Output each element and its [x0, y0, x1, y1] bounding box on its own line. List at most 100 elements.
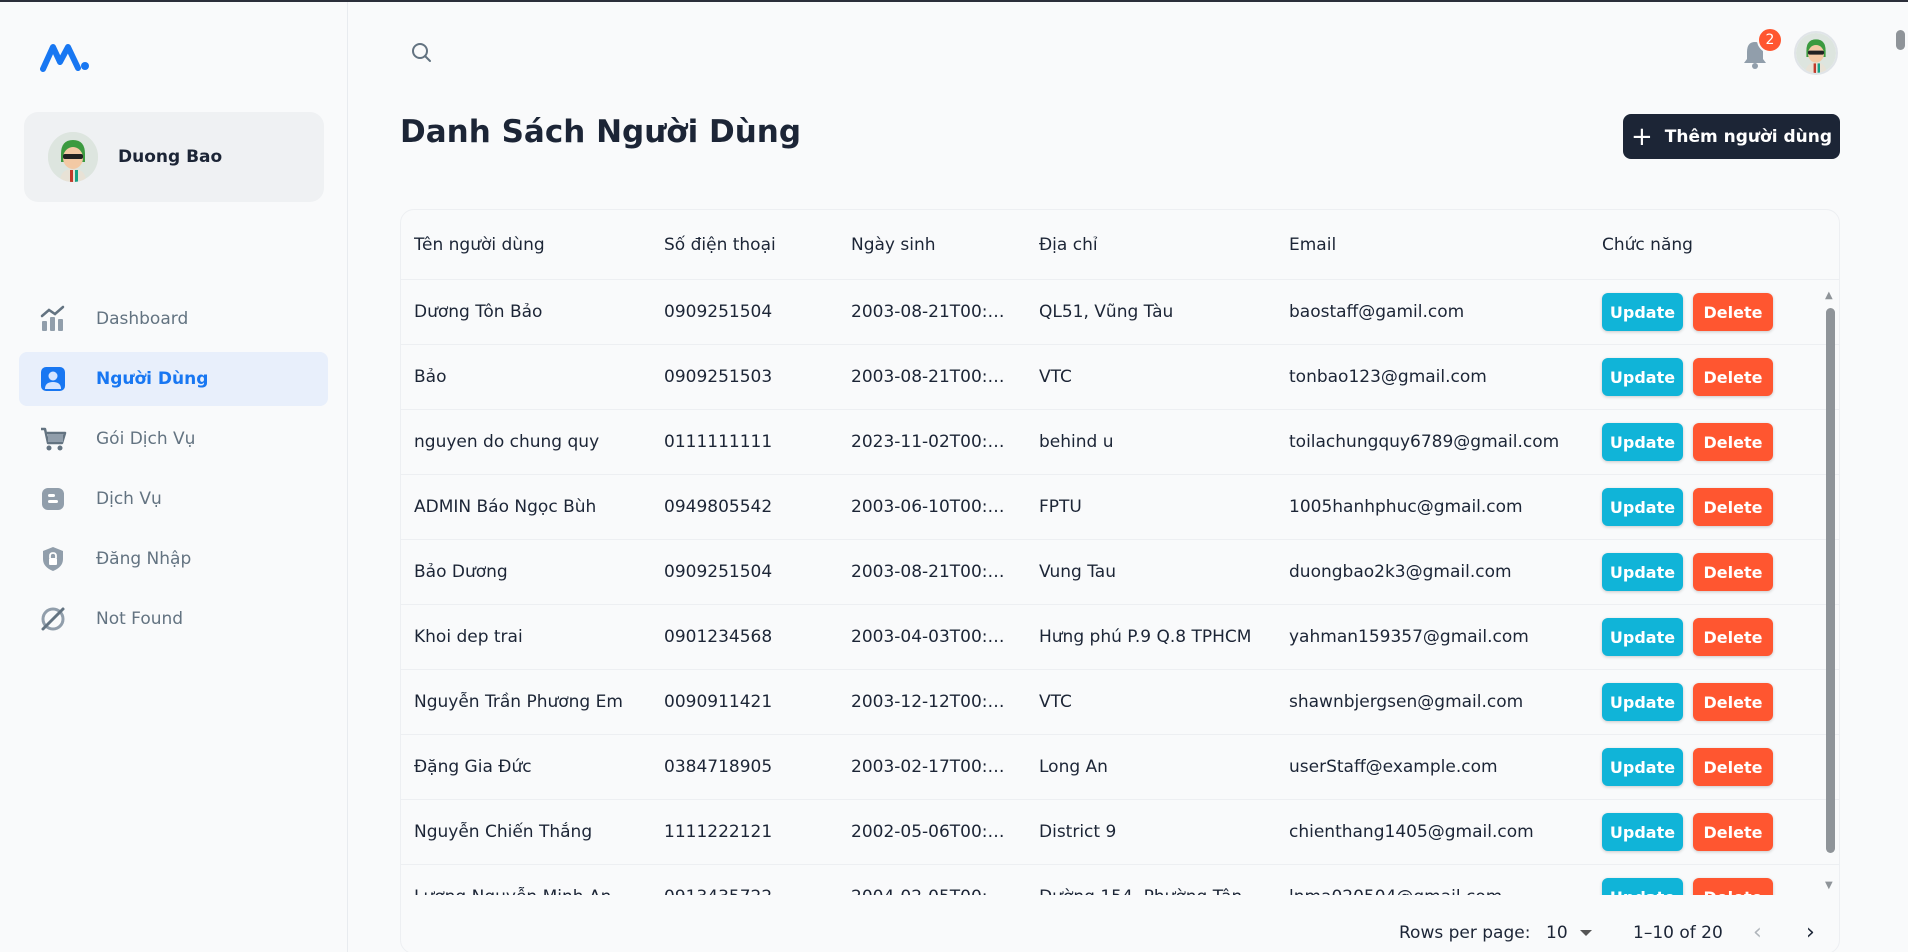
address-cell: District 9: [1039, 822, 1117, 842]
sidebar-item-label: Người Dùng: [96, 369, 209, 389]
scroll-down-icon[interactable]: ▼: [1825, 880, 1833, 891]
table-row[interactable]: Nguyễn Chiến Thắng 1111222121 2002-05-06T0…: [401, 800, 1839, 865]
chevron-left-icon[interactable]: ‹: [1753, 920, 1762, 945]
user-name-cell: Lương Nguyễn Minh An: [414, 887, 654, 895]
table-row[interactable]: Lương Nguyễn Minh An 0913435722 2004-02-05…: [401, 865, 1839, 895]
address-cell: Đường 154, Phường Tân P...: [1039, 887, 1269, 895]
column-header[interactable]: Tên người dùng: [414, 235, 654, 255]
table-row[interactable]: ADMIN Báo Ngọc Bùh 0949805542 2003-06-10T0…: [401, 475, 1839, 540]
update-button[interactable]: Update: [1602, 488, 1683, 526]
delete-button[interactable]: Delete: [1693, 553, 1773, 591]
column-header[interactable]: Số điện thoại: [664, 235, 844, 255]
dob-cell: 2003-08-21T00:0...: [851, 367, 1011, 387]
users-table: Tên người dùng Số điện thoại Ngày sinh Đ…: [400, 209, 1840, 952]
phone-cell: 0909251503: [664, 367, 773, 387]
delete-button[interactable]: Delete: [1693, 748, 1773, 786]
phone-cell: 0909251504: [664, 562, 773, 582]
update-button[interactable]: Update: [1602, 683, 1683, 721]
delete-button[interactable]: Delete: [1693, 293, 1773, 331]
user-name-cell: Đặng Gia Đức: [414, 757, 532, 777]
delete-button[interactable]: Delete: [1693, 618, 1773, 656]
pagination-range: 1–10 of 20: [1633, 922, 1723, 943]
dob-cell: 2003-04-03T00:0...: [851, 627, 1011, 647]
delete-button[interactable]: Delete: [1693, 423, 1773, 461]
phone-cell: 0090911421: [664, 692, 773, 712]
update-button[interactable]: Update: [1602, 878, 1683, 895]
table-row[interactable]: Dương Tôn Bảo 0909251504 2003-08-21T00:0..…: [401, 280, 1839, 345]
table-row[interactable]: Đặng Gia Đức 0384718905 2003-02-17T00:0...…: [401, 735, 1839, 800]
phone-cell: 0909251504: [664, 302, 773, 322]
chevron-down-icon: [1579, 929, 1592, 936]
table-row[interactable]: Bảo Dương 0909251504 2003-08-21T00:0... Vun…: [401, 540, 1839, 605]
user-name-cell: Nguyễn Chiến Thắng: [414, 822, 593, 842]
dob-cell: 2023-11-02T00:00...: [851, 432, 1011, 452]
phone-cell: 0111111111: [664, 432, 773, 452]
user-name-cell: ADMIN Báo Ngọc Bùh: [414, 497, 597, 517]
column-header[interactable]: Chức năng: [1602, 235, 1782, 255]
phone-cell: 1111222121: [664, 822, 773, 842]
table-row[interactable]: Khoi dep trai 0901234568 2003-04-03T00:0..…: [401, 605, 1839, 670]
sidebar-item-not-found[interactable]: Not Found: [19, 592, 328, 646]
page-scrollbar[interactable]: [1896, 30, 1906, 920]
email-cell: tonbao123@gmail.com: [1289, 367, 1487, 387]
scrollbar-thumb[interactable]: [1896, 30, 1905, 50]
sidebar-item-label: Not Found: [96, 609, 184, 629]
sidebar-item-login[interactable]: Đăng Nhập: [19, 532, 328, 586]
sidebar-item-dashboard[interactable]: Dashboard: [19, 292, 328, 346]
add-user-button-label: Thêm người dùng: [1664, 126, 1832, 147]
table-body: Dương Tôn Bảo 0909251504 2003-08-21T00:0..…: [401, 280, 1839, 895]
table-row[interactable]: Nguyễn Trần Phương Em 0090911421 2003-12-1…: [401, 670, 1839, 735]
scrollbar-thumb[interactable]: [1826, 308, 1835, 853]
table-row[interactable]: Bảo 0909251503 2003-08-21T00:0... VTC tonbao…: [401, 345, 1839, 410]
sidebar-item-services[interactable]: Dịch Vụ: [19, 472, 328, 526]
sidebar-item-label: Gói Dịch Vụ: [96, 429, 196, 449]
update-button[interactable]: Update: [1602, 748, 1683, 786]
user-name-cell: Dương Tôn Bảo: [414, 302, 543, 322]
account-card[interactable]: Duong Bao: [24, 112, 324, 202]
user-name-cell: nguyen do chung quy: [414, 432, 600, 452]
delete-button[interactable]: Delete: [1693, 813, 1773, 851]
update-button[interactable]: Update: [1602, 423, 1683, 461]
user-name-cell: Nguyễn Trần Phương Em: [414, 692, 623, 712]
logo-icon[interactable]: [40, 42, 90, 72]
table-header: Tên người dùng Số điện thoại Ngày sinh Đ…: [401, 210, 1839, 280]
address-cell: Hưng phú P.9 Q.8 TPHCM: [1039, 627, 1252, 647]
table-scrollbar[interactable]: ▲ ▼: [1825, 290, 1835, 891]
dob-cell: 2003-06-10T00:0...: [851, 497, 1011, 517]
email-cell: baostaff@gamil.com: [1289, 302, 1465, 322]
sidebar-item-label: Dashboard: [96, 309, 189, 329]
column-header[interactable]: Địa chỉ: [1039, 235, 1269, 255]
email-cell: userStaff@example.com: [1289, 757, 1498, 777]
user-icon: [39, 365, 67, 393]
delete-button[interactable]: Delete: [1693, 878, 1773, 895]
add-user-button[interactable]: + Thêm người dùng: [1623, 114, 1840, 159]
plus-icon: +: [1631, 121, 1653, 152]
account-name: Duong Bao: [118, 147, 223, 167]
sidebar: Duong Bao Dashboard Người Dùng Gói Dịch …: [0, 2, 348, 952]
address-cell: VTC: [1039, 692, 1072, 712]
table-row[interactable]: nguyen do chung quy 0111111111 2023-11-02T…: [401, 410, 1839, 475]
dob-cell: 2003-12-12T00:00...: [851, 692, 1011, 712]
update-button[interactable]: Update: [1602, 358, 1683, 396]
delete-button[interactable]: Delete: [1693, 683, 1773, 721]
chevron-right-icon[interactable]: ›: [1806, 920, 1815, 945]
pagination: Rows per page: 10 1–10 of 20 ‹ ›: [401, 910, 1839, 952]
notification-badge: 2: [1757, 27, 1783, 53]
sidebar-item-users[interactable]: Người Dùng: [19, 352, 328, 406]
column-header[interactable]: Email: [1289, 235, 1589, 255]
delete-button[interactable]: Delete: [1693, 488, 1773, 526]
search-icon[interactable]: [409, 40, 435, 66]
rows-per-page-select[interactable]: 10: [1546, 923, 1592, 943]
avatar[interactable]: [1794, 31, 1838, 75]
update-button[interactable]: Update: [1602, 813, 1683, 851]
phone-cell: 0913435722: [664, 887, 844, 895]
update-button[interactable]: Update: [1602, 293, 1683, 331]
scroll-up-icon[interactable]: ▲: [1825, 290, 1833, 301]
email-cell: shawnbjergsen@gmail.com: [1289, 692, 1524, 712]
update-button[interactable]: Update: [1602, 553, 1683, 591]
sidebar-item-packages[interactable]: Gói Dịch Vụ: [19, 412, 328, 466]
column-header[interactable]: Ngày sinh: [851, 235, 1011, 255]
delete-button[interactable]: Delete: [1693, 358, 1773, 396]
dob-cell: 2003-08-21T00:0...: [851, 562, 1011, 582]
update-button[interactable]: Update: [1602, 618, 1683, 656]
